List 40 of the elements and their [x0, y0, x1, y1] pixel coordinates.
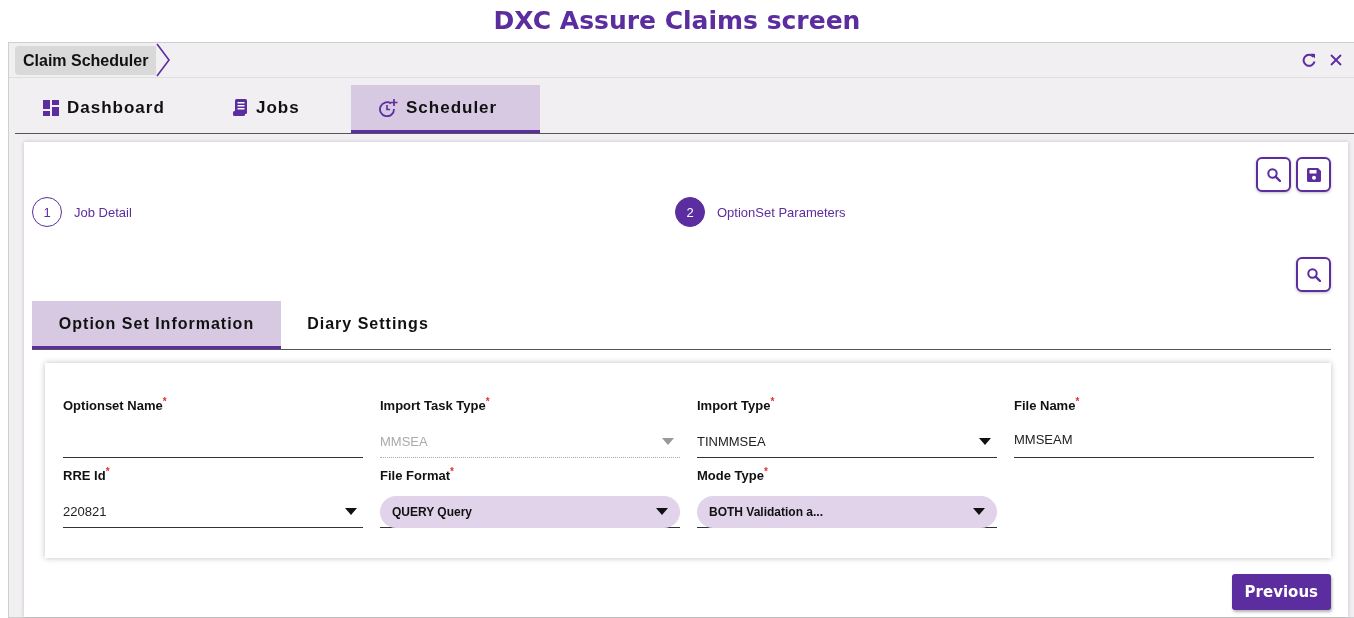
save-icon	[1305, 166, 1322, 183]
nav-tab[interactable]: Jobs	[205, 85, 351, 133]
dropdown-field[interactable]: 220821	[63, 496, 363, 528]
section-tab[interactable]: Diary Settings	[281, 301, 455, 349]
step-label: OptionSet Parameters	[717, 204, 846, 220]
clock-plus-icon	[379, 98, 398, 117]
chevron-icon	[156, 43, 171, 77]
field-label: Import Task Type$^{*}$	[380, 396, 491, 416]
refresh-icon[interactable]	[1302, 53, 1316, 67]
breadcrumb-item[interactable]: Claim Scheduler	[15, 45, 157, 75]
field-label: RRE Id$^{*}$	[63, 466, 111, 486]
text-field[interactable]: MMSEAM	[1014, 426, 1314, 458]
section-tab[interactable]: Option Set Information	[32, 301, 281, 349]
dropdown-caret-icon	[662, 438, 674, 445]
field-label: Import Type$^{*}$	[697, 396, 776, 416]
field-label: File Name$^{*}$	[1014, 396, 1081, 416]
close-icon[interactable]	[1330, 54, 1342, 66]
search-icon	[1266, 167, 1281, 182]
search-button[interactable]	[1296, 257, 1331, 292]
nav-tab[interactable]: Scheduler	[351, 85, 540, 133]
field-label: Optionset Name$^{*}$	[63, 396, 168, 416]
previous-button[interactable]: Previous	[1231, 574, 1331, 610]
dashboard-icon	[43, 99, 59, 116]
dropdown-caret-icon	[973, 508, 985, 515]
step-label: Job Detail	[74, 204, 132, 220]
dropdown-field[interactable]: TINMMSEA	[697, 426, 997, 458]
field-label: Mode Type$^{*}$	[697, 466, 769, 486]
dropdown-caret-icon	[656, 508, 668, 515]
page-title: DXC Assure Claims screen	[493, 5, 861, 37]
dropdown-field[interactable]: BOTH Validation a...	[697, 495, 997, 528]
dropdown-caret-icon	[345, 508, 357, 515]
nav-tab[interactable]: Dashboard	[15, 85, 205, 133]
step-number: 2	[675, 197, 705, 227]
dropdown-field[interactable]: QUERY Query	[380, 495, 680, 528]
field-label: File Format$^{*}$	[380, 466, 455, 486]
save-button[interactable]	[1296, 157, 1331, 192]
notepad-icon	[233, 99, 248, 116]
search-button[interactable]	[1256, 157, 1291, 192]
dropdown-caret-icon	[979, 438, 991, 445]
search-icon	[1306, 267, 1321, 282]
